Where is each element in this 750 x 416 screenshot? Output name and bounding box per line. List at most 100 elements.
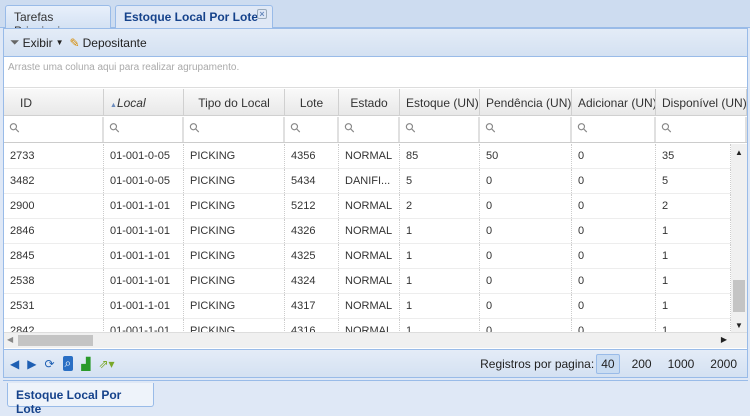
table-cell: 4326: [285, 219, 339, 243]
column-header-label: Tipo do Local: [198, 96, 270, 110]
table-cell: 1: [400, 269, 480, 293]
search-icon: ⚲: [5, 118, 24, 137]
table-row[interactable]: 2900 01-001-1-01 PICKING 5212 NORMAL 2 0 0 2: [4, 194, 731, 219]
table-cell: DANIFI...: [339, 169, 400, 193]
depositor-label: Depositante: [82, 35, 147, 50]
table-cell: 0: [480, 219, 572, 243]
horizontal-scrollbar[interactable]: ◀ ▶: [4, 332, 747, 348]
column-filter-input[interactable]: ⚲: [480, 117, 572, 142]
group-drop-zone[interactable]: Arraste uma coluna aqui para realizar ag…: [4, 57, 747, 88]
column-filter-input[interactable]: ⚲: [4, 117, 104, 142]
table-cell: 0: [480, 169, 572, 193]
column-headers: ID ▲Local Tipo do Local Lote Estado Estoque (…: [4, 89, 747, 116]
page-size-2000[interactable]: 2000: [706, 355, 741, 373]
column-filter-input[interactable]: ⚲: [656, 117, 747, 142]
table-row[interactable]: 2842 01-001-1-01 PICKING 4316 NORMAL 1 0 0 1: [4, 319, 731, 332]
column-header[interactable]: Tipo do Local: [184, 89, 285, 115]
table-cell: 1: [400, 319, 480, 332]
table-cell: 5: [400, 169, 480, 193]
sort-asc-icon: ▲: [110, 102, 117, 109]
column-header[interactable]: Estoque (UN): [400, 89, 480, 115]
table-cell: PICKING: [184, 294, 285, 318]
toolbar: ⏷ Exibir ▼ ✎ Depositante: [4, 29, 747, 57]
column-header[interactable]: Estado: [339, 89, 400, 115]
depositor-button[interactable]: ✎ Depositante: [70, 36, 147, 50]
column-filter-input[interactable]: ⚲: [572, 117, 656, 142]
table-cell: 1: [656, 244, 731, 268]
chevron-down-icon: ▼: [55, 38, 64, 47]
column-filter-input[interactable]: ⚲: [400, 117, 480, 142]
pager: ◀ ▶ ⟳ ⌕ ▟ ⇗▾ Registros por pagina: 40 20…: [4, 349, 747, 377]
vertical-scrollbar[interactable]: ▲ ▼: [731, 144, 747, 332]
scroll-down-icon[interactable]: ▼: [731, 321, 747, 330]
tab-tarefas-principais[interactable]: Tarefas Principais: [5, 5, 111, 38]
view-button[interactable]: ⏷ Exibir ▼: [10, 35, 64, 50]
table-cell: 01-001-0-05: [104, 169, 184, 193]
close-icon[interactable]: ×: [257, 9, 267, 19]
table-row[interactable]: 2733 01-001-0-05 PICKING 4356 NORMAL 85 50 0 35: [4, 144, 731, 169]
scroll-up-icon[interactable]: ▲: [731, 148, 747, 157]
table-cell: 2538: [4, 269, 104, 293]
scroll-left-icon[interactable]: ◀: [7, 335, 13, 344]
next-page-icon[interactable]: ▶: [27, 357, 36, 371]
table-cell: 0: [572, 319, 656, 332]
table-cell: PICKING: [184, 244, 285, 268]
column-header[interactable]: ▲Local: [104, 89, 184, 115]
table-cell: 2733: [4, 144, 104, 168]
table-cell: 1: [656, 269, 731, 293]
table-cell: 5: [656, 169, 731, 193]
table-cell: NORMAL: [339, 144, 400, 168]
column-header-label: Estado: [350, 96, 388, 110]
column-header[interactable]: Pendência (UN): [480, 89, 572, 115]
scroll-thumb-horizontal[interactable]: [18, 335, 93, 346]
bottom-tab-estoque[interactable]: Estoque Local Por Lote: [7, 383, 154, 416]
refresh-icon[interactable]: ⟳: [44, 357, 54, 371]
table-cell: 0: [480, 244, 572, 268]
table-cell: 01-001-0-05: [104, 144, 184, 168]
search-icon: ⚲: [185, 118, 204, 137]
page-size-40[interactable]: 40: [596, 353, 620, 374]
scroll-thumb[interactable]: [733, 280, 745, 312]
table-cell: PICKING: [184, 269, 285, 293]
column-filter-input[interactable]: ⚲: [285, 117, 339, 142]
table-row[interactable]: 2846 01-001-1-01 PICKING 4326 NORMAL 1 0 0 1: [4, 219, 731, 244]
column-header[interactable]: Disponível (UN): [656, 89, 747, 115]
table-row[interactable]: 2845 01-001-1-01 PICKING 4325 NORMAL 1 0 0 1: [4, 244, 731, 269]
page-size-200[interactable]: 200: [628, 355, 656, 373]
search-icon: ⚲: [657, 118, 676, 137]
table-cell: 2: [400, 194, 480, 218]
column-header[interactable]: Lote: [285, 89, 339, 115]
column-filter-input[interactable]: ⚲: [339, 117, 400, 142]
table-cell: 01-001-1-01: [104, 319, 184, 332]
table-cell: 4317: [285, 294, 339, 318]
column-filter-input[interactable]: ⚲: [184, 117, 285, 142]
prev-page-icon[interactable]: ◀: [10, 357, 19, 371]
chart-icon[interactable]: ▟: [81, 357, 90, 371]
table-cell: NORMAL: [339, 219, 400, 243]
table-cell: NORMAL: [339, 319, 400, 332]
tab-estoque-local-por-lote[interactable]: Estoque Local Por Lote ×: [115, 5, 273, 30]
column-header[interactable]: ID: [4, 89, 104, 115]
filter-icon: ⏷: [10, 35, 20, 49]
search-icon[interactable]: ⌕: [62, 356, 74, 371]
column-filter-input[interactable]: ⚲: [104, 117, 184, 142]
table-cell: PICKING: [184, 169, 285, 193]
column-header-label: Adicionar (UN): [578, 96, 656, 110]
table-row[interactable]: 2538 01-001-1-01 PICKING 4324 NORMAL 1 0 0 1: [4, 269, 731, 294]
scroll-right-icon[interactable]: ▶: [721, 335, 727, 344]
table-cell: 2: [656, 194, 731, 218]
column-header-label: ID: [20, 96, 32, 110]
table-row[interactable]: 2531 01-001-1-01 PICKING 4317 NORMAL 1 0 0 1: [4, 294, 731, 319]
export-icon[interactable]: ⇗▾: [99, 357, 115, 371]
table-cell: 2846: [4, 219, 104, 243]
page-size-1000[interactable]: 1000: [664, 355, 699, 373]
table-cell: NORMAL: [339, 269, 400, 293]
search-icon: ⚲: [286, 118, 305, 137]
column-header[interactable]: Adicionar (UN): [572, 89, 656, 115]
table-cell: 2845: [4, 244, 104, 268]
table-cell: 4356: [285, 144, 339, 168]
table-row[interactable]: 3482 01-001-0-05 PICKING 5434 DANIFI... 5 0 0 5: [4, 169, 731, 194]
table-cell: 2842: [4, 319, 104, 332]
view-label: Exibir: [22, 35, 53, 50]
table-cell: 0: [480, 269, 572, 293]
